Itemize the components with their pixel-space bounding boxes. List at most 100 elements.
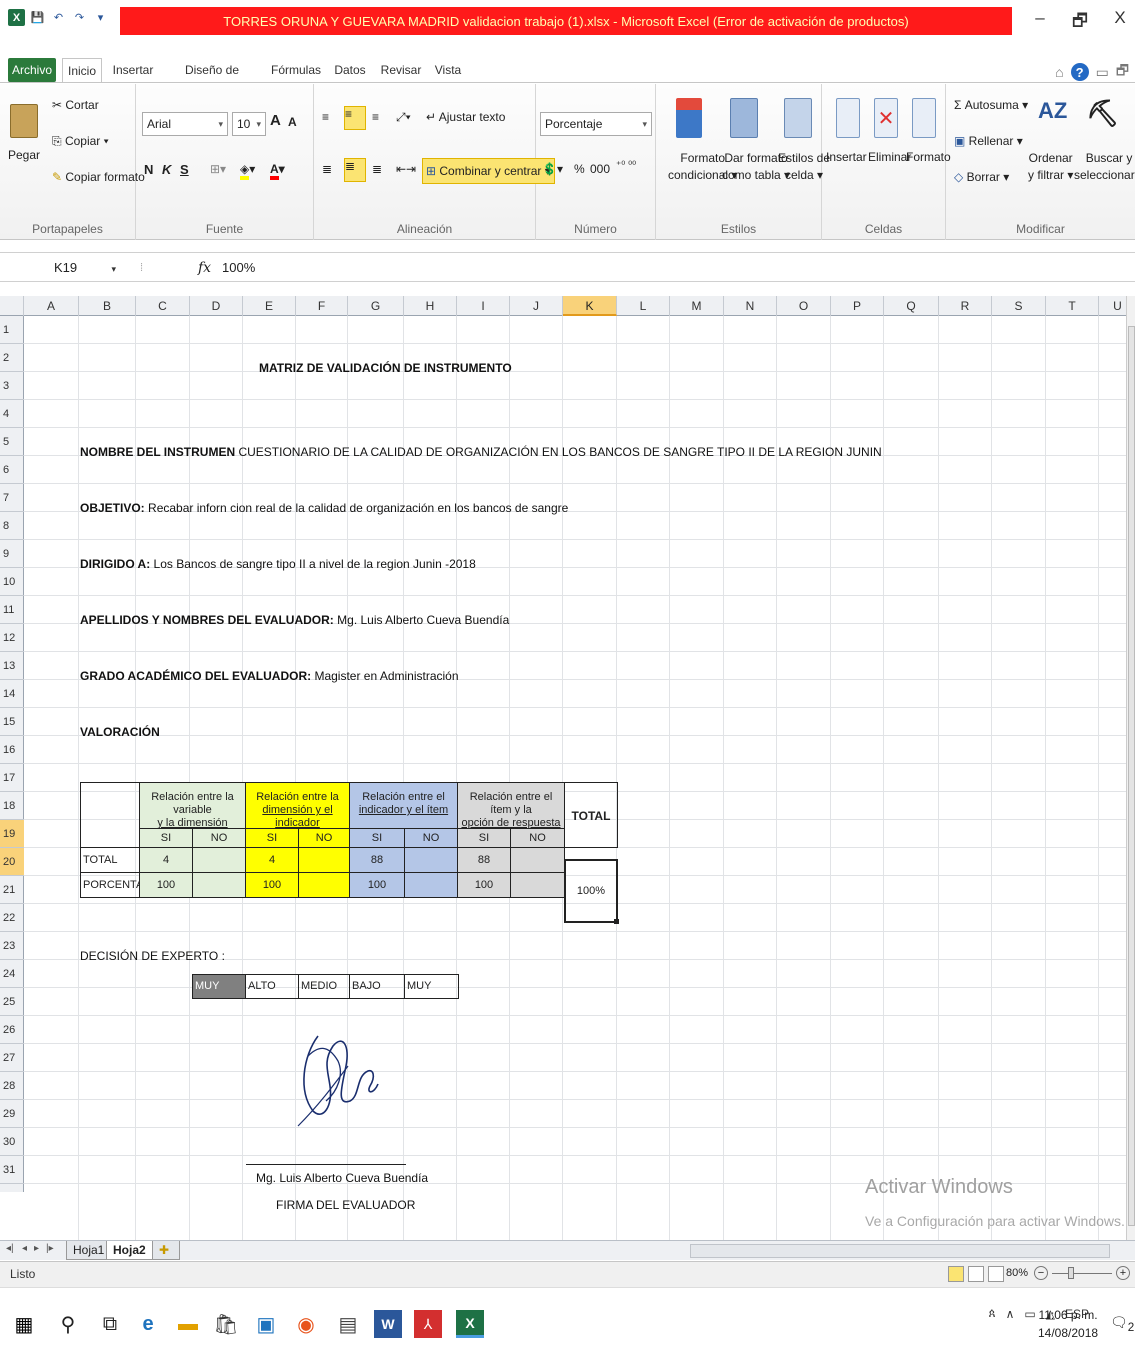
battery-icon[interactable]: ▭: [1024, 1307, 1035, 1321]
tab-diseno-pagina[interactable]: Diseño de página: [166, 58, 258, 101]
row-header-24[interactable]: 24: [0, 960, 24, 988]
calculator-icon[interactable]: ▤: [334, 1310, 362, 1338]
row-header-16[interactable]: 16: [0, 736, 24, 764]
column-header-b[interactable]: B: [79, 296, 136, 316]
first-sheet-icon[interactable]: ◂|: [6, 1243, 14, 1254]
clear-button[interactable]: ◇ Borrar ▾: [954, 170, 1009, 184]
acrobat-icon[interactable]: ⅄: [414, 1310, 442, 1338]
cell-styles-icon[interactable]: [784, 98, 812, 138]
column-header-j[interactable]: J: [510, 296, 563, 316]
total-value-cell[interactable]: 4: [139, 847, 193, 873]
total-value-cell[interactable]: [298, 847, 350, 873]
row-header-17[interactable]: 17: [0, 764, 24, 792]
font-name-select[interactable]: Arial ▾: [142, 112, 228, 136]
tab-revisar[interactable]: Revisar: [378, 58, 424, 82]
total-value-cell[interactable]: 88: [457, 847, 511, 873]
no-cell[interactable]: NO: [298, 828, 350, 848]
insert-cells-button[interactable]: Insertar: [826, 150, 867, 164]
restore-button[interactable]: 🗗: [1071, 8, 1089, 37]
zoom-out-icon[interactable]: −: [1034, 1266, 1048, 1280]
row-header-11[interactable]: 11: [0, 596, 24, 624]
decision-option-medio[interactable]: MEDIO: [298, 974, 350, 999]
sort-filter-button[interactable]: Ordenar y filtrar ▾: [1028, 150, 1073, 184]
row-header-29[interactable]: 29: [0, 1100, 24, 1128]
column-header-e[interactable]: E: [243, 296, 296, 316]
header-variable-dimension[interactable]: Relación entre la variable y la dimensión: [139, 782, 246, 829]
signature-caption[interactable]: FIRMA DEL EVALUADOR: [276, 1195, 415, 1215]
align-center-icon[interactable]: ≣: [344, 158, 366, 182]
tab-insertar[interactable]: Insertar: [110, 58, 156, 82]
tab-formulas[interactable]: Fórmulas: [268, 58, 324, 82]
taskbar-clock[interactable]: 11:06 p. m. 14/08/2018: [1038, 1306, 1098, 1342]
align-top-icon[interactable]: ≡: [322, 110, 329, 124]
sheet-tab-hoja2[interactable]: Hoja2: [106, 1241, 153, 1260]
store-icon[interactable]: 🛍: [212, 1310, 240, 1338]
total-value-cell[interactable]: 88: [349, 847, 405, 873]
row-header-9[interactable]: 9: [0, 540, 24, 568]
pct-value-cell[interactable]: [510, 872, 565, 898]
worksheet-grid[interactable]: ABCDEFGHIJKLMNOPQRSTU 1 2 3 4 5 6 7 8 9 10 11 12 13 1…: [0, 296, 1126, 1240]
row-header-26[interactable]: 26: [0, 1016, 24, 1044]
header-item-option[interactable]: Relación entre el ítem y la opción de res…: [457, 782, 565, 829]
last-sheet-icon[interactable]: |▸: [46, 1243, 54, 1254]
format-table-icon[interactable]: [730, 98, 758, 138]
row-header-10[interactable]: 10: [0, 568, 24, 596]
wrap-text-button[interactable]: ↵ Ajustar texto: [426, 110, 505, 124]
redo-icon[interactable]: ↷: [71, 9, 88, 26]
fill-color-icon[interactable]: ◈▾: [240, 162, 255, 180]
row-label-total[interactable]: TOTAL: [80, 847, 140, 873]
scroll-thumb[interactable]: [1128, 326, 1135, 1226]
format-painter-button[interactable]: ✎ Copiar formato: [52, 170, 145, 184]
column-header-h[interactable]: H: [404, 296, 457, 316]
orientation-icon[interactable]: ⤢▾: [396, 110, 411, 125]
decimals-icon[interactable]: ⁺⁰ ⁰⁰: [616, 160, 636, 171]
pct-value-cell[interactable]: [192, 872, 246, 898]
tab-vista[interactable]: Vista: [430, 58, 466, 82]
copy-button[interactable]: ⎘ Copiar ▾: [52, 134, 109, 149]
column-header-f[interactable]: F: [296, 296, 348, 316]
row-header-20[interactable]: 20: [0, 848, 24, 876]
evaluator-row[interactable]: APELLIDOS Y NOMBRES DEL EVALUADOR: Mg. L…: [80, 610, 509, 630]
row-label-percentage[interactable]: PORCENTAJE: [80, 872, 140, 898]
row-header-31[interactable]: 31: [0, 1156, 24, 1184]
no-cell[interactable]: NO: [192, 828, 246, 848]
signature-name[interactable]: Mg. Luis Alberto Cueva Buendía: [256, 1168, 428, 1188]
workbook-minimize-icon[interactable]: ▭: [1096, 64, 1109, 81]
tab-archivo[interactable]: Archivo: [8, 58, 56, 82]
minimize-ribbon-icon[interactable]: ⌂: [1055, 64, 1063, 80]
bold-button[interactable]: N: [144, 162, 153, 177]
row-header-15[interactable]: 15: [0, 708, 24, 736]
format-cells-icon[interactable]: [912, 98, 936, 138]
column-header-u[interactable]: U: [1099, 296, 1126, 316]
underline-button[interactable]: S: [180, 162, 189, 177]
total-value-cell[interactable]: [192, 847, 246, 873]
pct-value-cell[interactable]: [404, 872, 458, 898]
row-header-12[interactable]: 12: [0, 624, 24, 652]
column-header-r[interactable]: R: [939, 296, 992, 316]
borders-icon[interactable]: ⊞▾: [210, 162, 226, 176]
column-header-i[interactable]: I: [457, 296, 510, 316]
column-header-c[interactable]: C: [136, 296, 190, 316]
row-header-2[interactable]: 2: [0, 344, 24, 372]
row-header-23[interactable]: 23: [0, 932, 24, 960]
pct-value-cell[interactable]: 100: [245, 872, 299, 898]
decision-option-muy-bajo[interactable]: MUY BAJO: [404, 974, 459, 999]
font-color-icon[interactable]: A▾: [270, 162, 285, 180]
row-header-25[interactable]: 25: [0, 988, 24, 1016]
new-sheet-icon[interactable]: ✚: [152, 1241, 180, 1260]
next-sheet-icon[interactable]: ▸: [34, 1243, 39, 1254]
page-break-view-icon[interactable]: [988, 1266, 1004, 1282]
cut-button[interactable]: ✂ Cortar: [52, 98, 99, 112]
task-view-icon[interactable]: ⧉: [96, 1310, 124, 1338]
paste-button[interactable]: Pegar: [8, 148, 40, 162]
close-button[interactable]: X: [1111, 8, 1129, 37]
merge-center-button[interactable]: ⊞ Combinar y centrar ▾: [422, 158, 555, 184]
directed-row[interactable]: DIRIGIDO A: Los Bancos de sangre tipo II…: [80, 554, 476, 574]
total-result-cell[interactable]: 100%: [564, 859, 618, 923]
column-header-l[interactable]: L: [617, 296, 670, 316]
tab-inicio[interactable]: Inicio: [62, 58, 102, 82]
header-indicator-item[interactable]: Relación entre el indicador y el ítem: [349, 782, 458, 829]
align-middle-icon[interactable]: ≡: [344, 106, 366, 130]
vertical-scrollbar[interactable]: [1126, 296, 1135, 1240]
column-header-n[interactable]: N: [724, 296, 777, 316]
